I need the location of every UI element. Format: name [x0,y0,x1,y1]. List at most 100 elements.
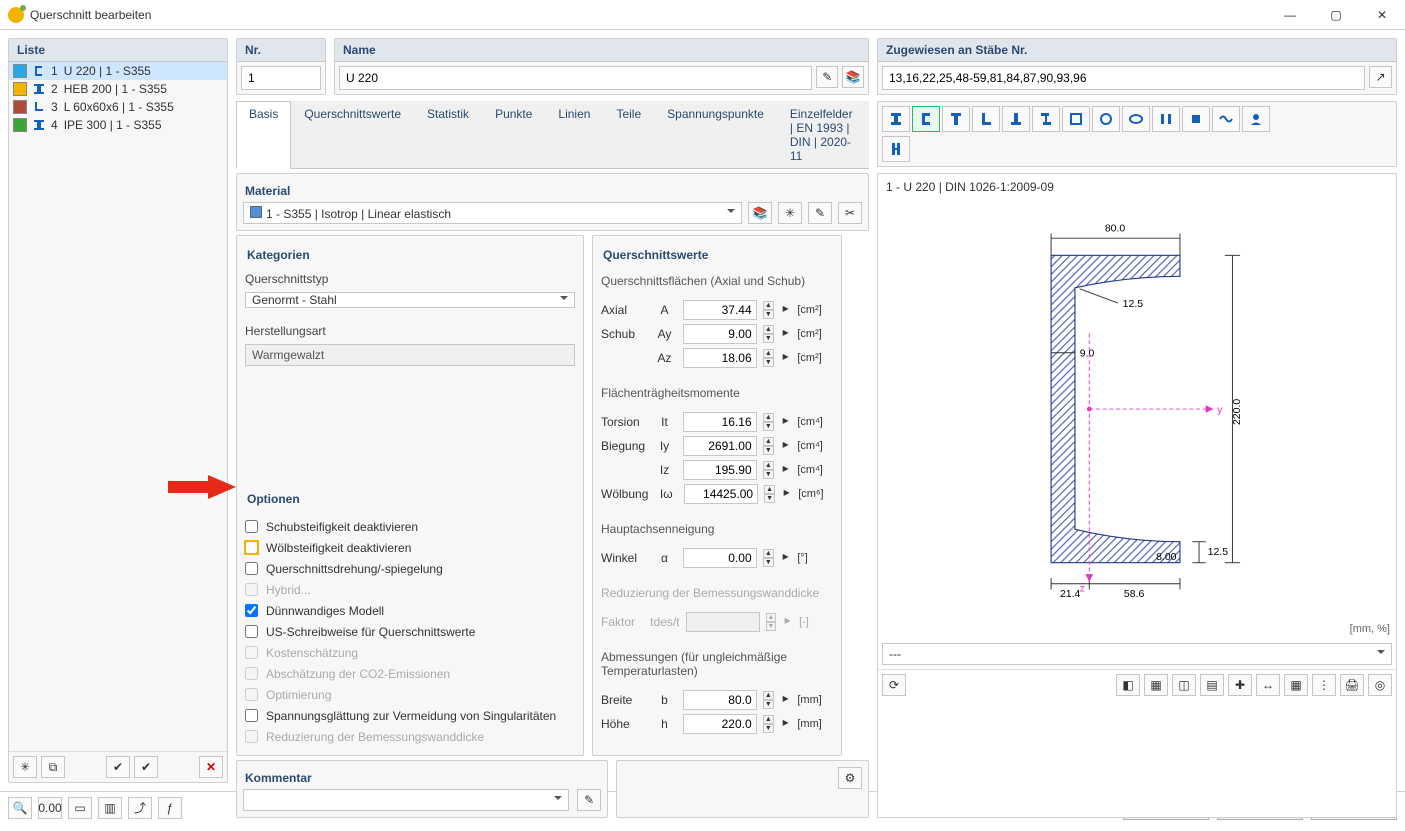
value-input[interactable] [683,412,757,432]
option-checkbox[interactable]: Dünnwandiges Modell [245,600,575,621]
shape-i-icon[interactable] [882,106,910,132]
material-select[interactable]: 1 - S355 | Isotrop | Linear elastisch [243,202,742,224]
value-input[interactable] [683,436,757,456]
copy-icon[interactable]: ⧉ [41,756,65,778]
view3-icon[interactable]: ◫ [1172,674,1196,696]
shape-z-icon[interactable] [1032,106,1060,132]
spin-down-icon[interactable]: ▼ [763,700,774,709]
view-c-icon[interactable]: ⤴ [128,797,152,819]
view-d-icon[interactable]: ƒ [158,797,182,819]
value-input[interactable] [683,300,757,320]
shape-wave-icon[interactable] [1212,106,1240,132]
minimize-button[interactable]: — [1267,0,1313,30]
tab[interactable]: Einzelfelder | EN 1993 | DIN | 2020-11 [777,101,869,169]
value-input[interactable] [683,460,757,480]
list-item[interactable]: 1 U 220 | 1 - S355 [9,62,227,80]
value-input[interactable] [683,548,757,568]
go-icon[interactable]: ▸ [780,437,791,455]
option-checkbox[interactable]: Schubsteifigkeit deaktivieren [245,516,575,537]
option-checkbox[interactable]: US-Schreibweise für Querschnittswerte [245,621,575,642]
spin-up-icon[interactable]: ▲ [763,461,774,470]
tab[interactable]: Spannungspunkte [654,101,777,169]
value-input[interactable] [683,348,757,368]
spin-down-icon[interactable]: ▼ [763,310,774,319]
spin-down-icon[interactable]: ▼ [763,470,774,479]
go-icon[interactable]: ▸ [780,349,791,367]
spin-up-icon[interactable]: ▲ [763,413,774,422]
help-icon[interactable]: 🔍 [8,797,32,819]
edit-name-icon[interactable]: ✎ [816,66,838,88]
spin-up-icon[interactable]: ▲ [763,325,774,334]
shape-t-icon[interactable] [942,106,970,132]
print-icon[interactable]: 🖨 [1340,674,1364,696]
library-icon[interactable]: 📚 [842,66,864,88]
spin-up-icon[interactable]: ▲ [764,485,775,494]
grid-icon[interactable]: ▦ [1284,674,1308,696]
spin-up-icon[interactable]: ▲ [763,349,774,358]
list-item[interactable]: 3 L 60x60x6 | 1 - S355 [9,98,227,116]
maximize-button[interactable]: ▢ [1313,0,1359,30]
go-icon[interactable]: ▸ [781,485,792,503]
axis-icon[interactable]: ✚ [1228,674,1252,696]
go-icon[interactable]: ▸ [780,325,791,343]
spin-up-icon[interactable]: ▲ [763,301,774,310]
value-input[interactable] [683,324,757,344]
target-icon[interactable]: ◎ [1368,674,1392,696]
go-icon[interactable]: ▸ [780,549,791,567]
go-icon[interactable]: ▸ [780,691,791,709]
shape-l-icon[interactable] [972,106,1000,132]
spin-down-icon[interactable]: ▼ [763,724,774,733]
tab[interactable]: Punkte [482,101,545,169]
delete-icon[interactable]: ✕ [199,756,223,778]
view4-icon[interactable]: ▤ [1200,674,1224,696]
spin-up-icon[interactable]: ▲ [763,715,774,724]
shape-hi-icon[interactable] [882,136,910,162]
shape-solid-icon[interactable] [1182,106,1210,132]
go-icon[interactable]: ▸ [780,461,791,479]
option-checkbox[interactable]: Wölbsteifigkeit deaktivieren [245,537,575,558]
shape-c-icon[interactable] [912,106,940,132]
nr-input[interactable] [241,66,321,90]
view2-icon[interactable]: ▦ [1144,674,1168,696]
units-icon[interactable]: 0.00 [38,797,62,819]
go-icon[interactable]: ▸ [780,413,791,431]
shape-o-icon[interactable] [1092,106,1120,132]
value-input[interactable] [684,484,758,504]
spin-down-icon[interactable]: ▼ [763,358,774,367]
type-select[interactable]: Genormt - Stahl [245,292,575,308]
spin-up-icon[interactable]: ▲ [763,691,774,700]
tab[interactable]: Querschnittswerte [291,101,414,169]
go-icon[interactable]: ▸ [780,301,791,319]
dim-icon[interactable]: ↔ [1256,674,1280,696]
shape-t2-icon[interactable] [1002,106,1030,132]
spin-up-icon[interactable]: ▲ [763,549,774,558]
material-del-icon[interactable]: ✂ [838,202,862,224]
spin-down-icon[interactable]: ▼ [763,558,774,567]
spin-down-icon[interactable]: ▼ [764,494,775,503]
comment-select[interactable] [243,789,569,811]
tab[interactable]: Teile [603,101,654,169]
spin-down-icon[interactable]: ▼ [763,334,774,343]
tab[interactable]: Statistik [414,101,482,169]
shape-oval-icon[interactable] [1122,106,1150,132]
calc-icon[interactable]: ⚙ [838,767,862,789]
close-button[interactable]: ✕ [1359,0,1405,30]
tab[interactable]: Linien [545,101,603,169]
comment-edit-icon[interactable]: ✎ [577,789,601,811]
option-checkbox[interactable]: Querschnittsdrehung/-spiegelung [245,558,575,579]
pick-members-icon[interactable]: ↗ [1369,66,1392,88]
view-b-icon[interactable]: ▥ [98,797,122,819]
points-icon[interactable]: ⋮ [1312,674,1336,696]
shape-user-icon[interactable] [1242,106,1270,132]
tab[interactable]: Basis [236,101,291,169]
value-input[interactable] [683,690,757,710]
list-item[interactable]: 4 IPE 300 | 1 - S355 [9,116,227,134]
preview-view-select[interactable]: --- [882,643,1392,665]
spin-up-icon[interactable]: ▲ [763,437,774,446]
shape-box-icon[interactable] [1062,106,1090,132]
option-checkbox[interactable]: Spannungsglättung zur Vermeidung von Sin… [245,705,575,726]
view-a-icon[interactable]: ▭ [68,797,92,819]
section-list[interactable]: 1 U 220 | 1 - S355 2 HEB 200 | 1 - S355 … [9,62,227,751]
new-icon[interactable]: ✳ [13,756,37,778]
spin-down-icon[interactable]: ▼ [763,446,774,455]
